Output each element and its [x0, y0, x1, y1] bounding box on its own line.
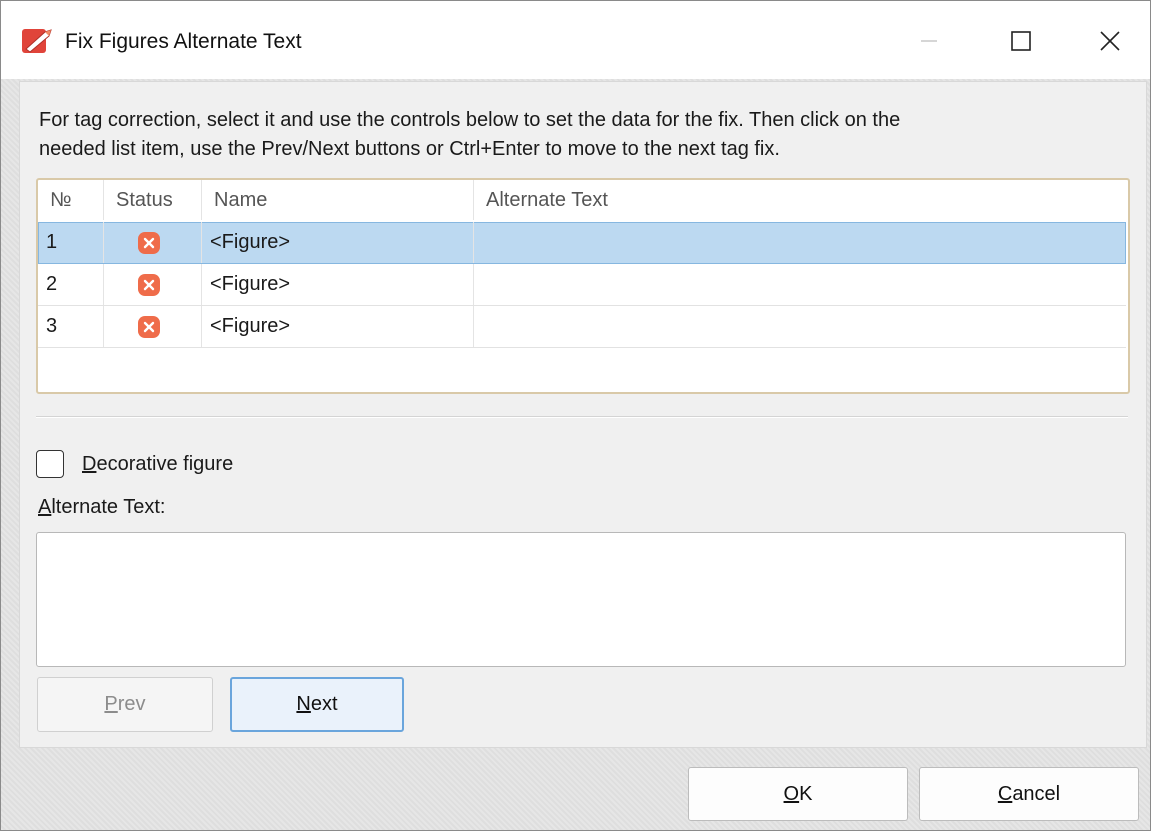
error-icon [138, 274, 160, 296]
next-button[interactable]: Next [230, 677, 404, 732]
error-icon [138, 316, 160, 338]
divider [36, 416, 1128, 418]
title-bar[interactable]: Fix Figures Alternate Text [1, 1, 1150, 79]
alternate-text-label: Alternate Text: [38, 496, 166, 518]
row-alternate-text [474, 306, 1128, 347]
instructions-text: For tag correction, select it and use th… [39, 106, 1129, 164]
row-number: 1 [38, 222, 104, 263]
instructions-line-2: needed list item, use the Prev/Next butt… [39, 138, 780, 160]
close-icon [1100, 31, 1120, 51]
column-header-status[interactable]: Status [104, 180, 202, 220]
column-header-alternate-text[interactable]: Alternate Text [474, 180, 1128, 220]
prev-button[interactable]: Prev [37, 677, 213, 732]
table-row[interactable]: 3 <Figure> [38, 306, 1126, 348]
ok-button[interactable]: OK [688, 767, 908, 821]
row-alternate-text [474, 222, 1128, 263]
column-header-name[interactable]: Name [202, 180, 474, 220]
row-number: 2 [38, 264, 104, 305]
decorative-figure-option[interactable]: Decorative figure [36, 448, 233, 480]
decorative-figure-label[interactable]: Decorative figure [82, 453, 233, 476]
window-title: Fix Figures Alternate Text [65, 30, 302, 53]
instructions-line-1: For tag correction, select it and use th… [39, 109, 901, 131]
row-name: <Figure> [202, 264, 474, 305]
minimize-button[interactable] [906, 19, 952, 63]
minimize-icon [921, 40, 937, 42]
tags-table[interactable]: № Status Name Alternate Text 1 <Figure> [36, 178, 1130, 394]
dialog-window: Fix Figures Alternate Text For tag corre… [0, 0, 1151, 831]
maximize-icon [1011, 31, 1031, 51]
alternate-text-input[interactable] [36, 532, 1126, 667]
app-logo-icon [21, 27, 55, 55]
row-alternate-text [474, 264, 1128, 305]
table-row[interactable]: 1 <Figure> [38, 222, 1126, 264]
main-panel: For tag correction, select it and use th… [19, 81, 1147, 748]
row-name: <Figure> [202, 222, 474, 263]
cancel-button[interactable]: Cancel [919, 767, 1139, 821]
close-button[interactable] [1087, 19, 1133, 63]
row-name: <Figure> [202, 306, 474, 347]
error-icon [138, 232, 160, 254]
column-header-number[interactable]: № [38, 180, 104, 220]
row-status [104, 222, 202, 263]
decorative-figure-checkbox[interactable] [36, 450, 64, 478]
row-status [104, 306, 202, 347]
row-number: 3 [38, 306, 104, 347]
row-status [104, 264, 202, 305]
table-row[interactable]: 2 <Figure> [38, 264, 1126, 306]
maximize-button[interactable] [998, 19, 1044, 63]
table-header: № Status Name Alternate Text [38, 180, 1128, 220]
